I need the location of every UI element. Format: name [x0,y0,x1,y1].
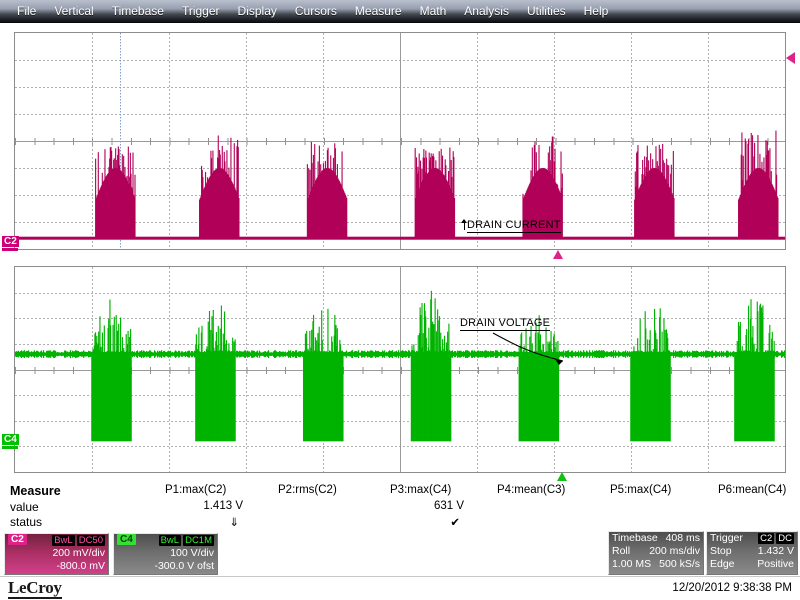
grid-bottom-canvas [15,267,785,472]
descriptor-trigger-level[interactable]: 1.432 V [758,545,794,558]
annotation-drain-current-arrowhead [461,219,467,223]
menu-item-timebase[interactable]: Timebase [103,0,173,23]
menu-bar: File Vertical Timebase Trigger Display C… [0,0,800,23]
waveform-grid-bottom[interactable]: DRAIN VOLTAGE [14,266,786,473]
menu-item-trigger[interactable]: Trigger [173,0,229,23]
descriptor-c2-bandwidth[interactable]: BwL [52,534,75,546]
descriptor-timebase-scale[interactable]: 200 ms/div [649,545,700,558]
measure-status-p3: ✔ [450,517,460,529]
descriptor-c4-row1: C4 BwL DC1M [114,534,217,547]
trace-drain-voltage [15,290,785,442]
trace-drain-current [15,130,785,240]
descriptor-c2-row1: C2 BwL DC50 [5,534,108,547]
measure-status-label: status [10,515,43,529]
descriptor-c2-coupling[interactable]: DC50 [76,534,105,546]
status-bar: LeCroy 12/20/2012 9:38:38 PM [0,578,800,600]
descriptor-c2-flags: BwL DC50 [50,534,105,547]
descriptor-c2-scale[interactable]: 200 mV/div [52,547,105,560]
measure-status-row: status ⇓ ✔ [0,515,800,530]
descriptor-timebase-delay[interactable]: 408 ms [666,532,700,545]
menu-item-measure[interactable]: Measure [346,0,411,23]
descriptor-channel-c2[interactable]: C2 BwL DC50 200 mV/div -800.0 mV [4,533,109,575]
measure-value-label: value [10,500,39,514]
footer-divider [0,576,800,577]
descriptor-c4-row2: 100 V/div [114,547,217,560]
measure-title: Measure [10,484,61,498]
menu-item-display[interactable]: Display [229,0,286,23]
descriptor-channel-c4[interactable]: C4 BwL DC1M 100 V/div -300.0 V ofst [113,533,218,575]
descriptor-c4-row3: -300.0 V ofst [114,560,217,573]
measure-header-row: Measure P1:max(C2) P2:rms(C2) P3:max(C4)… [0,484,800,499]
descriptor-trigger-row2: Stop 1.432 V [707,545,797,558]
measure-panel: Measure P1:max(C2) P2:rms(C2) P3:max(C4)… [0,484,800,530]
descriptor-c2-channel[interactable]: C2 [8,534,27,545]
waveform-grid-top[interactable]: DRAIN CURRENT [14,32,786,250]
descriptor-c2-row3: -800.0 mV [5,560,108,573]
measure-col-name-p6[interactable]: P6:mean(C4) [718,484,786,496]
measure-value-p3: 631 V [433,500,464,512]
descriptor-timebase-memory[interactable]: 1.00 MS [612,558,651,571]
menu-item-file[interactable]: File [8,0,45,23]
descriptor-timebase-title: Timebase [612,532,658,544]
menu-item-utilities[interactable]: Utilities [518,0,575,23]
descriptor-trigger-flags: C2 DC [756,532,794,545]
descriptor-trigger-row3: Edge Positive [707,558,797,571]
menu-item-analysis[interactable]: Analysis [455,0,518,23]
lecroy-logo: LeCroy [8,578,62,599]
measure-col-name-p5[interactable]: P5:max(C4) [610,484,671,496]
measure-status-p1: ⇓ [229,517,239,529]
trigger-level-marker-right[interactable] [786,52,795,64]
measure-value-p1: 1.413 V [203,500,243,512]
descriptor-timebase-mode[interactable]: Roll [612,545,630,558]
descriptor-c4-bandwidth[interactable]: BwL [158,534,182,546]
descriptor-c4-coupling[interactable]: DC1M [183,534,214,546]
grid-top-canvas [15,33,785,249]
descriptor-trigger-source[interactable]: C2 [758,532,775,544]
measure-col-name-p4[interactable]: P4:mean(C3) [497,484,565,496]
descriptor-c4-scale[interactable]: 100 V/div [170,547,214,560]
annotation-drain-current: DRAIN CURRENT [467,219,561,233]
descriptor-c2-row2: 200 mV/div [5,547,108,560]
trigger-position-marker-top[interactable] [553,250,563,259]
channel-tag-c2[interactable]: C2 [2,236,19,247]
descriptor-c2-offset[interactable]: -800.0 mV [57,560,105,573]
descriptor-trigger-type[interactable]: Edge [710,558,735,571]
channel-tag-c4[interactable]: C4 [2,434,19,445]
measure-col-name-p1[interactable]: P1:max(C2) [165,484,226,496]
channel-offset-marker-c4[interactable] [2,446,18,449]
descriptor-timebase-row1: Timebase 408 ms [609,532,703,545]
descriptor-trigger-title: Trigger [710,532,743,544]
measure-col-name-p3[interactable]: P3:max(C4) [390,484,451,496]
timestamp: 12/20/2012 9:38:38 PM [672,582,792,594]
menu-item-help[interactable]: Help [575,0,618,23]
descriptor-timebase-row2: Roll 200 ms/div [609,545,703,558]
descriptor-c4-channel[interactable]: C4 [117,534,136,545]
measure-col-name-p2[interactable]: P2:rms(C2) [278,484,337,496]
menu-item-cursors[interactable]: Cursors [286,0,346,23]
descriptor-trigger-state[interactable]: Stop [710,545,732,558]
menu-item-math[interactable]: Math [411,0,456,23]
descriptor-trigger-coupling[interactable]: DC [776,532,794,544]
trigger-position-marker-bottom[interactable] [557,472,567,481]
menu-item-vertical[interactable]: Vertical [45,0,102,23]
oscilloscope-screen: File Vertical Timebase Trigger Display C… [0,0,800,600]
descriptor-timebase-row3: 1.00 MS 500 kS/s [609,558,703,571]
descriptor-timebase-samplerate[interactable]: 500 kS/s [659,558,700,571]
descriptor-c4-flags: BwL DC1M [157,534,214,547]
descriptor-trigger[interactable]: Trigger C2 DC Stop 1.432 V Edge Positive [706,531,798,575]
descriptor-trigger-row1: Trigger C2 DC [707,532,797,545]
descriptor-timebase[interactable]: Timebase 408 ms Roll 200 ms/div 1.00 MS … [608,531,704,575]
descriptor-c4-offset[interactable]: -300.0 V ofst [154,560,214,573]
channel-offset-marker-c2[interactable] [2,248,18,251]
measure-value-row: value 1.413 V 631 V [0,500,800,515]
descriptor-trigger-slope[interactable]: Positive [757,558,794,571]
annotation-drain-voltage-leader [492,332,564,365]
